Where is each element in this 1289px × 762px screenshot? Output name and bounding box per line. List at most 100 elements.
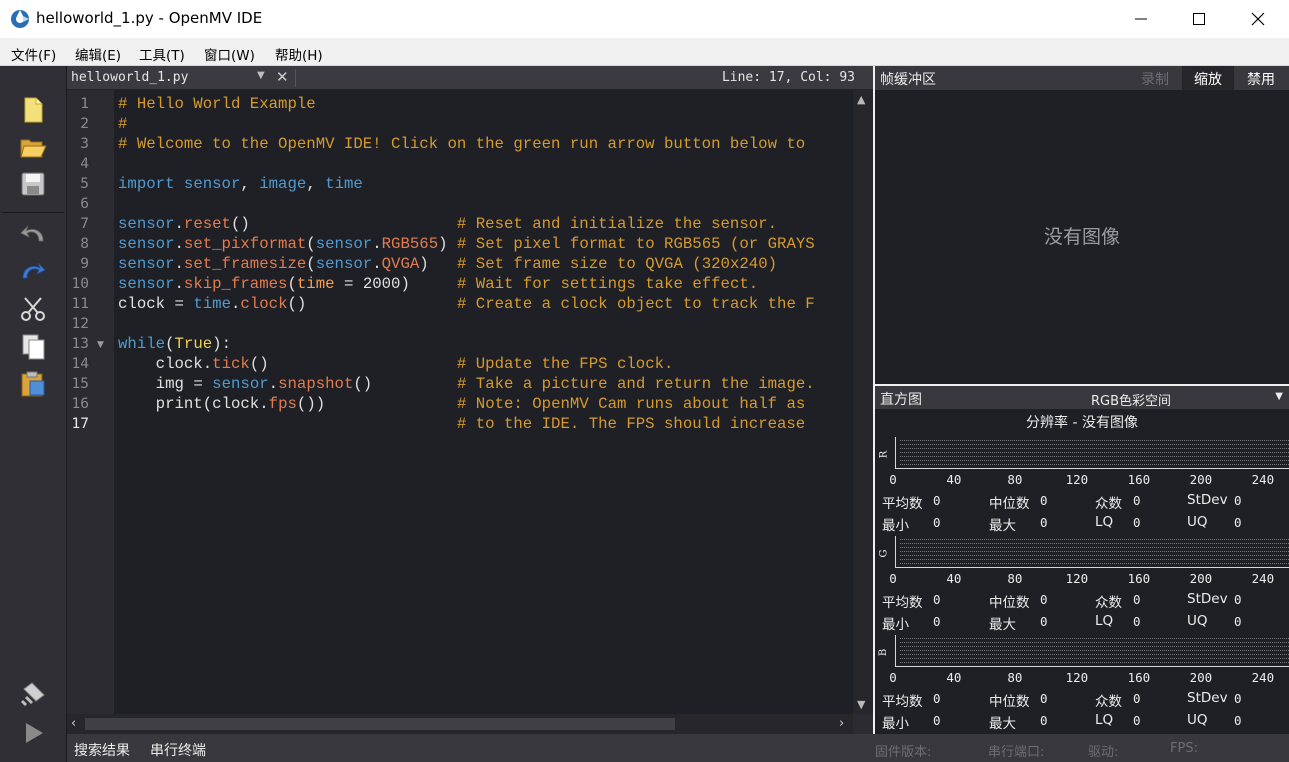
line-number: 15 [71, 376, 89, 392]
open-folder-icon [20, 139, 47, 158]
driver-label: 驱动: [1088, 745, 1119, 760]
chevron-down-icon[interactable]: ▼ [1275, 391, 1283, 402]
undo-button[interactable] [13, 217, 53, 251]
code-line[interactable]: clock.tick() # Update the FPS clock. [118, 355, 674, 373]
menu-file[interactable]: 文件(F) [11, 44, 56, 64]
scroll-left-icon[interactable]: ‹ [71, 716, 76, 731]
stat-label: 最大 [989, 716, 1016, 732]
connect-button[interactable] [13, 677, 53, 711]
histogram-ticks: 0 40 80 120 160 200 240 [875, 670, 1289, 686]
color-space-select[interactable]: RGB色彩空间 [1091, 390, 1171, 409]
new-file-icon [24, 97, 43, 123]
stat-label: StDev [1187, 492, 1228, 508]
histogram-ticks: 0 40 80 120 160 200 240 [875, 472, 1289, 488]
close-tab-icon[interactable]: ✕ [276, 68, 289, 86]
cut-button[interactable] [13, 292, 53, 326]
code-editor[interactable]: # Hello World Example # # Welcome to the O… [114, 90, 853, 714]
code-line[interactable]: # Hello World Example [118, 95, 316, 113]
maximize-button[interactable] [1170, 0, 1228, 38]
scroll-up-icon[interactable]: ▲ [857, 93, 865, 106]
scroll-right-icon[interactable]: › [839, 716, 844, 731]
grid-line [900, 539, 1289, 540]
menu-tools[interactable]: 工具(T) [139, 44, 185, 64]
histogram-header: 直方图 RGB色彩空间 ▼ [875, 386, 1289, 409]
tick-label: 160 [1127, 571, 1151, 586]
tick-label: 200 [1189, 670, 1213, 685]
stat-value: 0 [933, 614, 941, 629]
code-line[interactable]: sensor.skip_frames(time = 2000) # Wait f… [118, 275, 758, 293]
file-tab-label[interactable]: helloworld_1.py [71, 70, 188, 85]
stat-value: 0 [1133, 515, 1141, 530]
editor-vertical-scrollbar[interactable]: ▲ ▼ [853, 90, 873, 714]
histogram-channel-b: B 0 40 80 120 160 200 240 平均数 0 中位数 0 众数 0 StDev 0 最小 0 最大… [875, 635, 1289, 734]
stat-label: 平均数 [882, 496, 923, 512]
line-number: 5 [80, 176, 89, 192]
new-file-button[interactable] [13, 93, 53, 127]
line-number: 16 [71, 396, 89, 412]
copy-icon [22, 334, 45, 360]
menu-window[interactable]: 窗口(W) [204, 44, 255, 64]
code-line[interactable]: sensor.set_pixformat(sensor.RGB565) # Se… [118, 235, 815, 253]
stat-value: 0 [933, 713, 941, 728]
grid-line [900, 448, 1289, 449]
open-file-button[interactable] [13, 130, 53, 164]
tab-search-results[interactable]: 搜索结果 [74, 740, 130, 760]
openmv-logo-icon [11, 10, 29, 28]
code-line[interactable]: clock = time.clock() # Create a clock ob… [118, 295, 815, 313]
tab-serial-terminal[interactable]: 串行终端 [150, 740, 206, 760]
run-icon [26, 723, 43, 743]
grid-line [900, 551, 1289, 552]
code-line[interactable]: # [118, 115, 127, 133]
record-button[interactable]: 录制 [1129, 66, 1181, 90]
stat-label: 平均数 [882, 694, 923, 710]
grid-line [900, 646, 1289, 647]
scroll-down-icon[interactable]: ▼ [857, 698, 865, 711]
stat-value: 0 [1040, 614, 1048, 629]
code-line[interactable]: img = sensor.snapshot() # Take a picture… [118, 375, 815, 393]
code-line[interactable]: # Welcome to the OpenMV IDE! Click on th… [118, 135, 805, 153]
copy-button[interactable] [13, 330, 53, 364]
line-number: 11 [71, 296, 89, 312]
histogram-plot [895, 437, 1289, 469]
channel-label: R [878, 450, 890, 459]
code-line[interactable]: sensor.reset() # Reset and initialize th… [118, 215, 777, 233]
code-line[interactable]: # to the IDE. The FPS should increase [118, 415, 805, 433]
code-line[interactable]: import sensor, image, time [118, 175, 363, 193]
editor-horizontal-scrollbar[interactable]: ‹ › [67, 714, 853, 734]
menu-edit[interactable]: 编辑(E) [75, 44, 121, 64]
paste-button[interactable] [13, 367, 53, 401]
grid-line [900, 543, 1289, 544]
code-line[interactable]: sensor.set_framesize(sensor.QVGA) # Set … [118, 255, 777, 273]
frame-buffer-header: 帧缓冲区 录制 缩放 禁用 [875, 66, 1289, 90]
zoom-button[interactable]: 缩放 [1182, 66, 1234, 90]
stat-label: StDev [1187, 690, 1228, 706]
stat-value: 0 [1133, 493, 1141, 508]
save-button[interactable] [13, 167, 53, 201]
line-number: 2 [80, 116, 89, 132]
chevron-down-icon[interactable]: ▼ [257, 70, 265, 81]
tick-label: 40 [946, 571, 962, 586]
no-image-text: 没有图像 [1043, 226, 1120, 248]
disable-button[interactable]: 禁用 [1235, 66, 1287, 90]
window-title: helloworld_1.py - OpenMV IDE [36, 9, 263, 27]
tick-label: 160 [1127, 670, 1151, 685]
code-line[interactable]: while(True): [118, 335, 231, 353]
run-button[interactable] [13, 716, 53, 750]
grid-line [900, 563, 1289, 564]
minimize-button[interactable] [1112, 0, 1170, 38]
stat-label: 最小 [882, 716, 909, 732]
scrollbar-thumb[interactable] [85, 718, 675, 730]
grid-line [900, 555, 1289, 556]
histogram-ticks: 0 40 80 120 160 200 240 [875, 571, 1289, 587]
maximize-icon [1193, 13, 1205, 25]
close-button[interactable] [1229, 0, 1287, 38]
bottom-bar: 搜索结果 串行终端 固件版本: 串行端口: 驱动: FPS: [67, 734, 1289, 762]
code-line[interactable]: print(clock.fps()) # Note: OpenMV Cam ru… [118, 395, 806, 413]
menu-help[interactable]: 帮助(H) [275, 44, 323, 64]
redo-button[interactable] [13, 254, 53, 288]
fold-toggle-icon[interactable]: ▼ [97, 340, 104, 350]
channel-label: B [878, 648, 890, 657]
tick-label: 0 [889, 571, 897, 586]
tick-label: 120 [1065, 670, 1089, 685]
menu-bar: 文件(F) 编辑(E) 工具(T) 窗口(W) 帮助(H) [0, 38, 1289, 66]
